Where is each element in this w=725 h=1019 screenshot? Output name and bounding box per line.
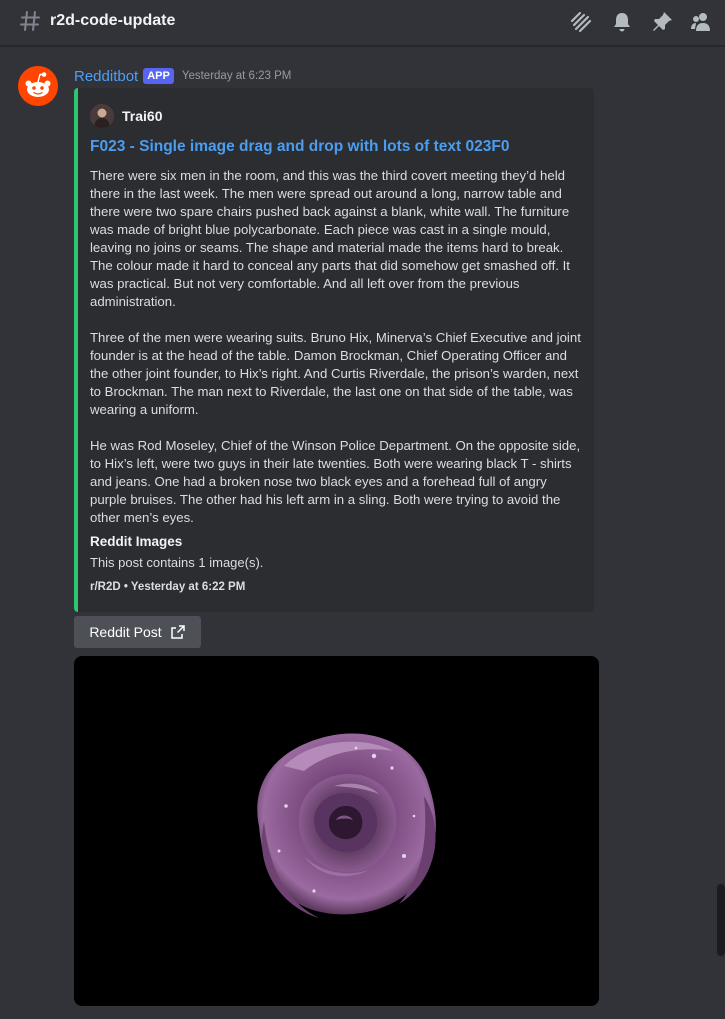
reddit-post-button[interactable]: Reddit Post (74, 616, 201, 648)
user-avatar-icon (90, 104, 114, 128)
members-icon[interactable] (689, 10, 713, 34)
pin-icon[interactable] (650, 10, 674, 34)
hash-icon (20, 11, 40, 31)
reddit-embed: Trai60 F023 - Single image drag and drop… (74, 88, 594, 612)
embed-author-avatar (90, 104, 114, 128)
scrollbar[interactable] (717, 884, 725, 956)
message-header: Redditbot APP Yesterday at 6:23 PM (74, 66, 291, 86)
embed-footer: r/R2D • Yesterday at 6:22 PM (90, 581, 246, 593)
embed-description: There were six men in the room, and this… (90, 167, 586, 545)
embed-title-link[interactable]: F023 - Single image drag and drop with l… (90, 138, 509, 156)
message-timestamp[interactable]: Yesterday at 6:23 PM (182, 70, 292, 82)
app-badge: APP (143, 68, 174, 84)
channel-name: r2d-code-update (50, 12, 176, 29)
embed-field-value: This post contains 1 image(s). (90, 555, 264, 570)
embed-author-name[interactable]: Trai60 (122, 108, 162, 124)
reddit-post-button-label: Reddit Post (89, 624, 162, 640)
rose-illustration (257, 733, 436, 918)
author-name[interactable]: Redditbot (74, 68, 138, 85)
bell-icon[interactable] (610, 10, 634, 34)
description-paragraph: There were six men in the room, and this… (90, 168, 570, 309)
external-link-icon (170, 625, 185, 639)
channel-header: r2d-code-update (0, 0, 725, 46)
embed-author: Trai60 (90, 104, 162, 128)
description-paragraph: Three of the men were wearing suits. Bru… (90, 330, 581, 417)
embed-field-name: Reddit Images (90, 534, 183, 549)
description-paragraph: He was Rod Moseley, Chief of the Winson … (90, 438, 581, 525)
reddit-logo-icon (18, 66, 58, 106)
threads-icon[interactable] (569, 10, 593, 34)
avatar[interactable] (18, 66, 58, 106)
purple-rose-image[interactable] (74, 656, 599, 1006)
